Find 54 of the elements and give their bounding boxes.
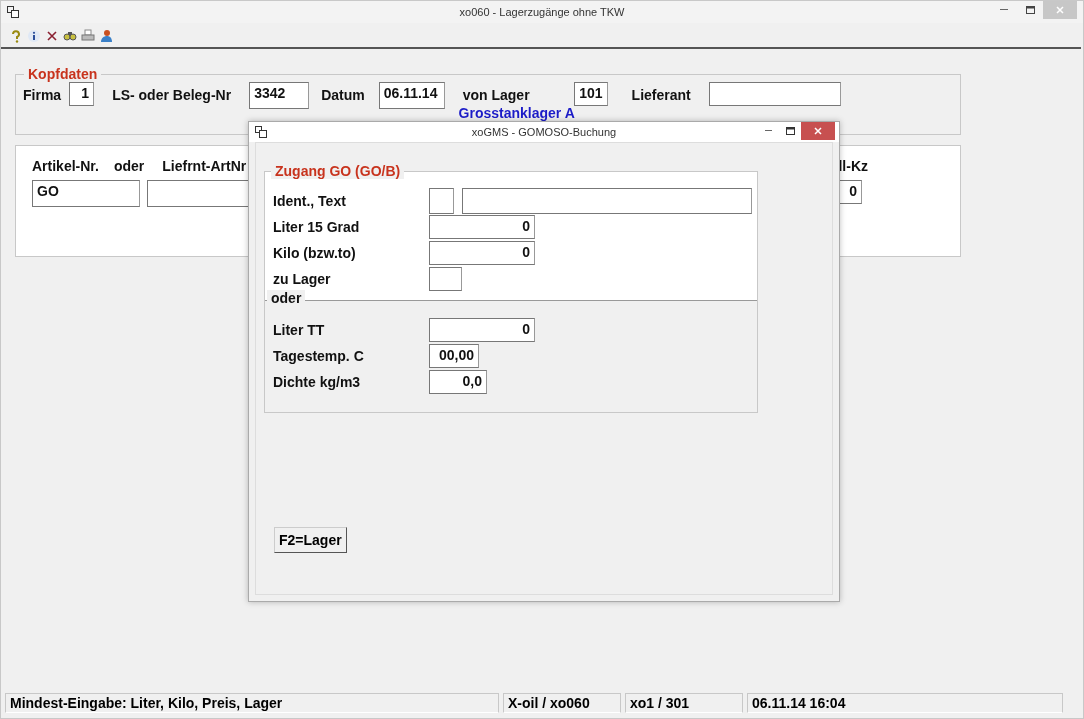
window-icon — [7, 6, 19, 18]
group-title: Zugang GO (GO/B) — [271, 163, 405, 179]
field-label: oder — [113, 158, 145, 174]
field-label: von Lager — [462, 87, 530, 103]
window-title: xo060 - Lagerzugänge ohne TKW — [458, 6, 626, 18]
maximize-icon — [1025, 6, 1035, 14]
status-message: Mindest-Eingabe: Liter, Kilo, Preis, Lager — [5, 693, 499, 713]
field-label: zu Lager — [272, 271, 332, 287]
binoculars-icon[interactable] — [63, 29, 77, 43]
input-field[interactable] — [462, 188, 752, 214]
close-icon[interactable] — [45, 29, 59, 43]
input-field[interactable]: 0 — [429, 215, 535, 239]
field-label: Kilo (bzw.to) — [272, 245, 357, 261]
input-field[interactable] — [708, 82, 841, 106]
window-title: xoGMS - GOMOSO-Buchung — [470, 126, 618, 138]
input-field[interactable] — [429, 267, 462, 291]
status-program: X-oil / xo060 — [503, 693, 621, 713]
warehouse-name: Grosstanklager A — [458, 107, 575, 119]
input-field[interactable]: 1 — [69, 82, 95, 106]
help-icon[interactable] — [9, 29, 23, 43]
separator-label: oder — [267, 290, 306, 306]
input-field[interactable]: 0,0 — [429, 370, 487, 394]
input-field[interactable]: 3342 — [249, 82, 310, 109]
input-field[interactable]: 0 — [429, 318, 535, 342]
warehouse-button[interactable]: F2=Lager — [274, 527, 347, 553]
maximize-icon — [785, 127, 795, 135]
close-icon — [814, 127, 822, 135]
status-user: xo1 / 301 — [625, 693, 743, 713]
input-field[interactable]: GO — [32, 180, 140, 207]
field-label: Dichte kg/m3 — [272, 374, 362, 390]
input-field[interactable]: 0 — [429, 241, 535, 265]
window-icon — [255, 126, 267, 138]
field-label: Ident., Text — [272, 193, 347, 209]
info-icon[interactable] — [27, 29, 41, 43]
minimize-icon — [764, 130, 772, 132]
printer-icon[interactable] — [81, 29, 95, 43]
group-title: Kopfdaten — [24, 66, 102, 82]
input-field[interactable]: 00,00 — [429, 344, 479, 368]
person-icon[interactable] — [99, 29, 113, 43]
field-label: Tagestemp. C — [272, 348, 365, 364]
field-label: Liter TT — [272, 322, 326, 338]
status-datetime: 06.11.14 16:04 — [747, 693, 1063, 713]
field-label: Lieferant — [631, 87, 691, 103]
field-label: Liefrnt-ArtNr — [162, 158, 247, 174]
field-label: Datum — [321, 87, 365, 103]
input-field[interactable]: 06.11.14 — [378, 82, 445, 109]
input-field[interactable] — [429, 188, 454, 214]
field-label: LS- oder Beleg-Nr — [112, 87, 232, 103]
field-label: Firma — [23, 87, 62, 103]
close-icon — [1056, 6, 1064, 14]
input-field[interactable]: 101 — [573, 82, 608, 106]
minimize-icon — [1000, 9, 1008, 11]
field-label: Liter 15 Grad — [272, 219, 361, 235]
field-label: Artikel-Nr. — [32, 158, 99, 174]
